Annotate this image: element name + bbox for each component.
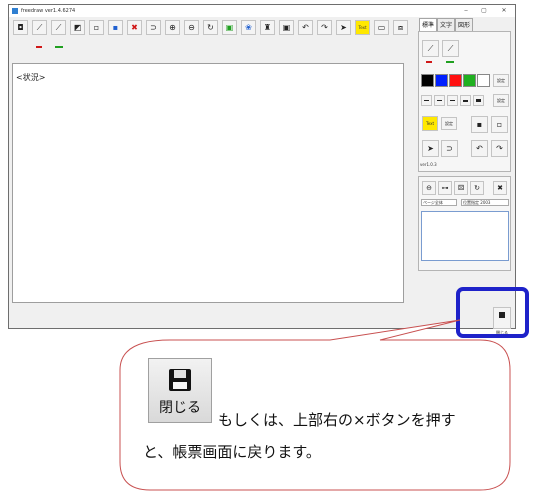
callout-text-line2: と、帳票画面に戻ります。 — [143, 443, 321, 461]
callout-text-line1: もしくは、上部右の×ボタンを押す — [218, 411, 456, 429]
close-button-large-label: 閉じる — [159, 400, 201, 416]
close-button-large[interactable]: 閉じる — [148, 358, 212, 423]
floppy-disk-icon — [169, 369, 191, 391]
screenshot-stage: freedraw ver1.4.6274 ‒ ▢ ✕ ◘ ⟋ ⟋ ◩ ▫ ▪ ✖… — [0, 0, 539, 496]
